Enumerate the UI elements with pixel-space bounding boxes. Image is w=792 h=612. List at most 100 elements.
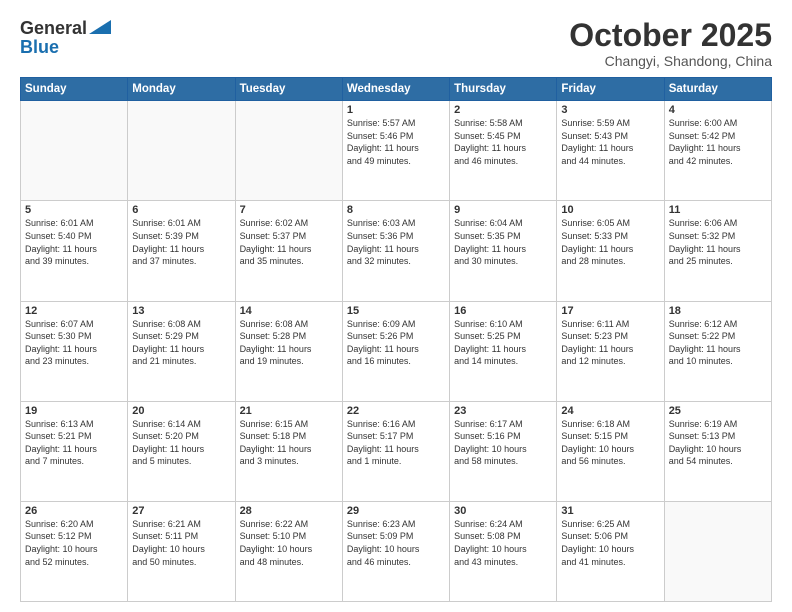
day-number: 5 xyxy=(25,204,123,216)
day-info: Sunrise: 6:01 AM Sunset: 5:39 PM Dayligh… xyxy=(132,217,230,267)
day-number: 12 xyxy=(25,305,123,317)
day-number: 10 xyxy=(561,204,659,216)
day-number: 30 xyxy=(454,505,552,517)
weekday-sunday: Sunday xyxy=(21,78,128,101)
page: General Blue October 2025 Changyi, Shand… xyxy=(0,0,792,612)
calendar-cell: 30Sunrise: 6:24 AM Sunset: 5:08 PM Dayli… xyxy=(450,501,557,601)
day-info: Sunrise: 6:22 AM Sunset: 5:10 PM Dayligh… xyxy=(240,518,338,568)
calendar-cell: 18Sunrise: 6:12 AM Sunset: 5:22 PM Dayli… xyxy=(664,301,771,401)
calendar-cell: 4Sunrise: 6:00 AM Sunset: 5:42 PM Daylig… xyxy=(664,101,771,201)
calendar-cell: 24Sunrise: 6:18 AM Sunset: 5:15 PM Dayli… xyxy=(557,401,664,501)
day-number: 7 xyxy=(240,204,338,216)
calendar-cell: 13Sunrise: 6:08 AM Sunset: 5:29 PM Dayli… xyxy=(128,301,235,401)
day-info: Sunrise: 6:11 AM Sunset: 5:23 PM Dayligh… xyxy=(561,318,659,368)
weekday-tuesday: Tuesday xyxy=(235,78,342,101)
logo-text: General xyxy=(20,18,111,39)
calendar-cell: 19Sunrise: 6:13 AM Sunset: 5:21 PM Dayli… xyxy=(21,401,128,501)
day-info: Sunrise: 6:05 AM Sunset: 5:33 PM Dayligh… xyxy=(561,217,659,267)
title-block: October 2025 Changyi, Shandong, China xyxy=(569,18,772,69)
day-info: Sunrise: 6:24 AM Sunset: 5:08 PM Dayligh… xyxy=(454,518,552,568)
calendar-cell xyxy=(128,101,235,201)
day-number: 27 xyxy=(132,505,230,517)
calendar-cell xyxy=(235,101,342,201)
logo-arrow-icon xyxy=(89,20,111,34)
calendar-cell: 1Sunrise: 5:57 AM Sunset: 5:46 PM Daylig… xyxy=(342,101,449,201)
calendar-week-1: 1Sunrise: 5:57 AM Sunset: 5:46 PM Daylig… xyxy=(21,101,772,201)
calendar-cell: 10Sunrise: 6:05 AM Sunset: 5:33 PM Dayli… xyxy=(557,201,664,301)
calendar-cell: 14Sunrise: 6:08 AM Sunset: 5:28 PM Dayli… xyxy=(235,301,342,401)
logo-blue-text: Blue xyxy=(20,37,59,58)
weekday-monday: Monday xyxy=(128,78,235,101)
location: Changyi, Shandong, China xyxy=(569,53,772,69)
day-number: 17 xyxy=(561,305,659,317)
calendar-cell: 2Sunrise: 5:58 AM Sunset: 5:45 PM Daylig… xyxy=(450,101,557,201)
logo: General Blue xyxy=(20,18,111,58)
day-number: 25 xyxy=(669,405,767,417)
calendar-cell: 9Sunrise: 6:04 AM Sunset: 5:35 PM Daylig… xyxy=(450,201,557,301)
weekday-saturday: Saturday xyxy=(664,78,771,101)
day-info: Sunrise: 6:04 AM Sunset: 5:35 PM Dayligh… xyxy=(454,217,552,267)
weekday-friday: Friday xyxy=(557,78,664,101)
calendar-week-5: 26Sunrise: 6:20 AM Sunset: 5:12 PM Dayli… xyxy=(21,501,772,601)
calendar-cell: 15Sunrise: 6:09 AM Sunset: 5:26 PM Dayli… xyxy=(342,301,449,401)
day-number: 26 xyxy=(25,505,123,517)
day-number: 16 xyxy=(454,305,552,317)
day-info: Sunrise: 6:14 AM Sunset: 5:20 PM Dayligh… xyxy=(132,418,230,468)
day-number: 8 xyxy=(347,204,445,216)
calendar-cell: 17Sunrise: 6:11 AM Sunset: 5:23 PM Dayli… xyxy=(557,301,664,401)
day-info: Sunrise: 6:01 AM Sunset: 5:40 PM Dayligh… xyxy=(25,217,123,267)
day-number: 15 xyxy=(347,305,445,317)
day-info: Sunrise: 6:23 AM Sunset: 5:09 PM Dayligh… xyxy=(347,518,445,568)
calendar-cell xyxy=(664,501,771,601)
day-number: 6 xyxy=(132,204,230,216)
calendar-cell: 20Sunrise: 6:14 AM Sunset: 5:20 PM Dayli… xyxy=(128,401,235,501)
calendar-cell: 23Sunrise: 6:17 AM Sunset: 5:16 PM Dayli… xyxy=(450,401,557,501)
day-info: Sunrise: 5:59 AM Sunset: 5:43 PM Dayligh… xyxy=(561,117,659,167)
day-number: 9 xyxy=(454,204,552,216)
day-info: Sunrise: 6:12 AM Sunset: 5:22 PM Dayligh… xyxy=(669,318,767,368)
day-info: Sunrise: 5:58 AM Sunset: 5:45 PM Dayligh… xyxy=(454,117,552,167)
calendar-week-4: 19Sunrise: 6:13 AM Sunset: 5:21 PM Dayli… xyxy=(21,401,772,501)
calendar-cell: 8Sunrise: 6:03 AM Sunset: 5:36 PM Daylig… xyxy=(342,201,449,301)
day-info: Sunrise: 6:16 AM Sunset: 5:17 PM Dayligh… xyxy=(347,418,445,468)
day-info: Sunrise: 6:08 AM Sunset: 5:28 PM Dayligh… xyxy=(240,318,338,368)
day-info: Sunrise: 6:06 AM Sunset: 5:32 PM Dayligh… xyxy=(669,217,767,267)
day-number: 31 xyxy=(561,505,659,517)
calendar-cell: 11Sunrise: 6:06 AM Sunset: 5:32 PM Dayli… xyxy=(664,201,771,301)
day-number: 23 xyxy=(454,405,552,417)
day-number: 19 xyxy=(25,405,123,417)
calendar-cell: 28Sunrise: 6:22 AM Sunset: 5:10 PM Dayli… xyxy=(235,501,342,601)
day-number: 1 xyxy=(347,104,445,116)
calendar-cell: 29Sunrise: 6:23 AM Sunset: 5:09 PM Dayli… xyxy=(342,501,449,601)
day-number: 14 xyxy=(240,305,338,317)
day-info: Sunrise: 5:57 AM Sunset: 5:46 PM Dayligh… xyxy=(347,117,445,167)
day-info: Sunrise: 6:00 AM Sunset: 5:42 PM Dayligh… xyxy=(669,117,767,167)
day-number: 22 xyxy=(347,405,445,417)
day-info: Sunrise: 6:25 AM Sunset: 5:06 PM Dayligh… xyxy=(561,518,659,568)
day-info: Sunrise: 6:10 AM Sunset: 5:25 PM Dayligh… xyxy=(454,318,552,368)
day-info: Sunrise: 6:13 AM Sunset: 5:21 PM Dayligh… xyxy=(25,418,123,468)
calendar-table: SundayMondayTuesdayWednesdayThursdayFrid… xyxy=(20,77,772,602)
day-number: 13 xyxy=(132,305,230,317)
weekday-header-row: SundayMondayTuesdayWednesdayThursdayFrid… xyxy=(21,78,772,101)
day-info: Sunrise: 6:15 AM Sunset: 5:18 PM Dayligh… xyxy=(240,418,338,468)
calendar-cell: 16Sunrise: 6:10 AM Sunset: 5:25 PM Dayli… xyxy=(450,301,557,401)
calendar-cell: 27Sunrise: 6:21 AM Sunset: 5:11 PM Dayli… xyxy=(128,501,235,601)
day-number: 20 xyxy=(132,405,230,417)
calendar-cell: 26Sunrise: 6:20 AM Sunset: 5:12 PM Dayli… xyxy=(21,501,128,601)
day-number: 11 xyxy=(669,204,767,216)
day-info: Sunrise: 6:08 AM Sunset: 5:29 PM Dayligh… xyxy=(132,318,230,368)
calendar-week-2: 5Sunrise: 6:01 AM Sunset: 5:40 PM Daylig… xyxy=(21,201,772,301)
calendar-cell: 22Sunrise: 6:16 AM Sunset: 5:17 PM Dayli… xyxy=(342,401,449,501)
calendar-cell: 31Sunrise: 6:25 AM Sunset: 5:06 PM Dayli… xyxy=(557,501,664,601)
day-number: 3 xyxy=(561,104,659,116)
day-info: Sunrise: 6:03 AM Sunset: 5:36 PM Dayligh… xyxy=(347,217,445,267)
calendar-cell xyxy=(21,101,128,201)
day-info: Sunrise: 6:18 AM Sunset: 5:15 PM Dayligh… xyxy=(561,418,659,468)
day-number: 29 xyxy=(347,505,445,517)
calendar-cell: 25Sunrise: 6:19 AM Sunset: 5:13 PM Dayli… xyxy=(664,401,771,501)
day-number: 18 xyxy=(669,305,767,317)
calendar-cell: 3Sunrise: 5:59 AM Sunset: 5:43 PM Daylig… xyxy=(557,101,664,201)
weekday-thursday: Thursday xyxy=(450,78,557,101)
calendar-week-3: 12Sunrise: 6:07 AM Sunset: 5:30 PM Dayli… xyxy=(21,301,772,401)
